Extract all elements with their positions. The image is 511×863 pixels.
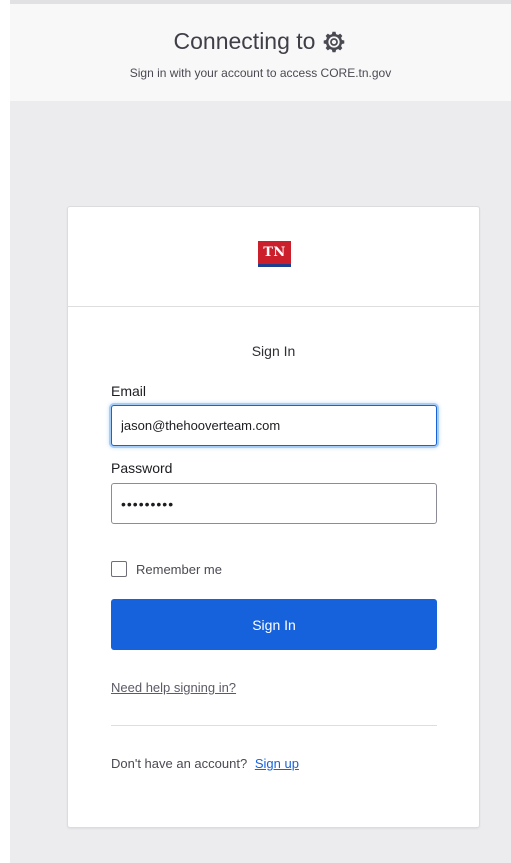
email-label: Email bbox=[111, 383, 147, 399]
header-subtitle: Sign in with your account to access CORE… bbox=[129, 66, 392, 80]
form-title: Sign In bbox=[251, 343, 296, 359]
remember-me-checkbox[interactable] bbox=[111, 561, 127, 577]
left-edge bbox=[0, 0, 10, 863]
password-input[interactable] bbox=[111, 483, 437, 524]
app-header: Connecting to Sign in with your account … bbox=[10, 4, 511, 101]
sign-up-link[interactable]: Sign up bbox=[255, 756, 299, 771]
login-page: Connecting to Sign in with your account … bbox=[0, 0, 511, 863]
help-link[interactable]: Need help signing in? bbox=[111, 680, 236, 695]
tn-logo: TN bbox=[258, 241, 291, 267]
logo-area: TN bbox=[68, 207, 479, 307]
signup-prompt: Don't have an account? bbox=[111, 756, 248, 771]
sign-in-button[interactable]: Sign In bbox=[111, 599, 437, 650]
signup-row: Don't have an account? Sign up bbox=[111, 756, 299, 771]
gear-icon bbox=[324, 31, 345, 52]
remember-me-row[interactable]: Remember me bbox=[111, 561, 222, 577]
email-input[interactable] bbox=[111, 405, 437, 446]
header-title: Connecting to bbox=[10, 28, 511, 55]
header-title-text: Connecting to bbox=[173, 28, 316, 54]
divider bbox=[111, 725, 437, 726]
remember-me-label[interactable]: Remember me bbox=[136, 562, 222, 577]
password-label: Password bbox=[111, 460, 173, 476]
signin-card: TN Sign In Email Password Remember me Si… bbox=[67, 206, 480, 828]
